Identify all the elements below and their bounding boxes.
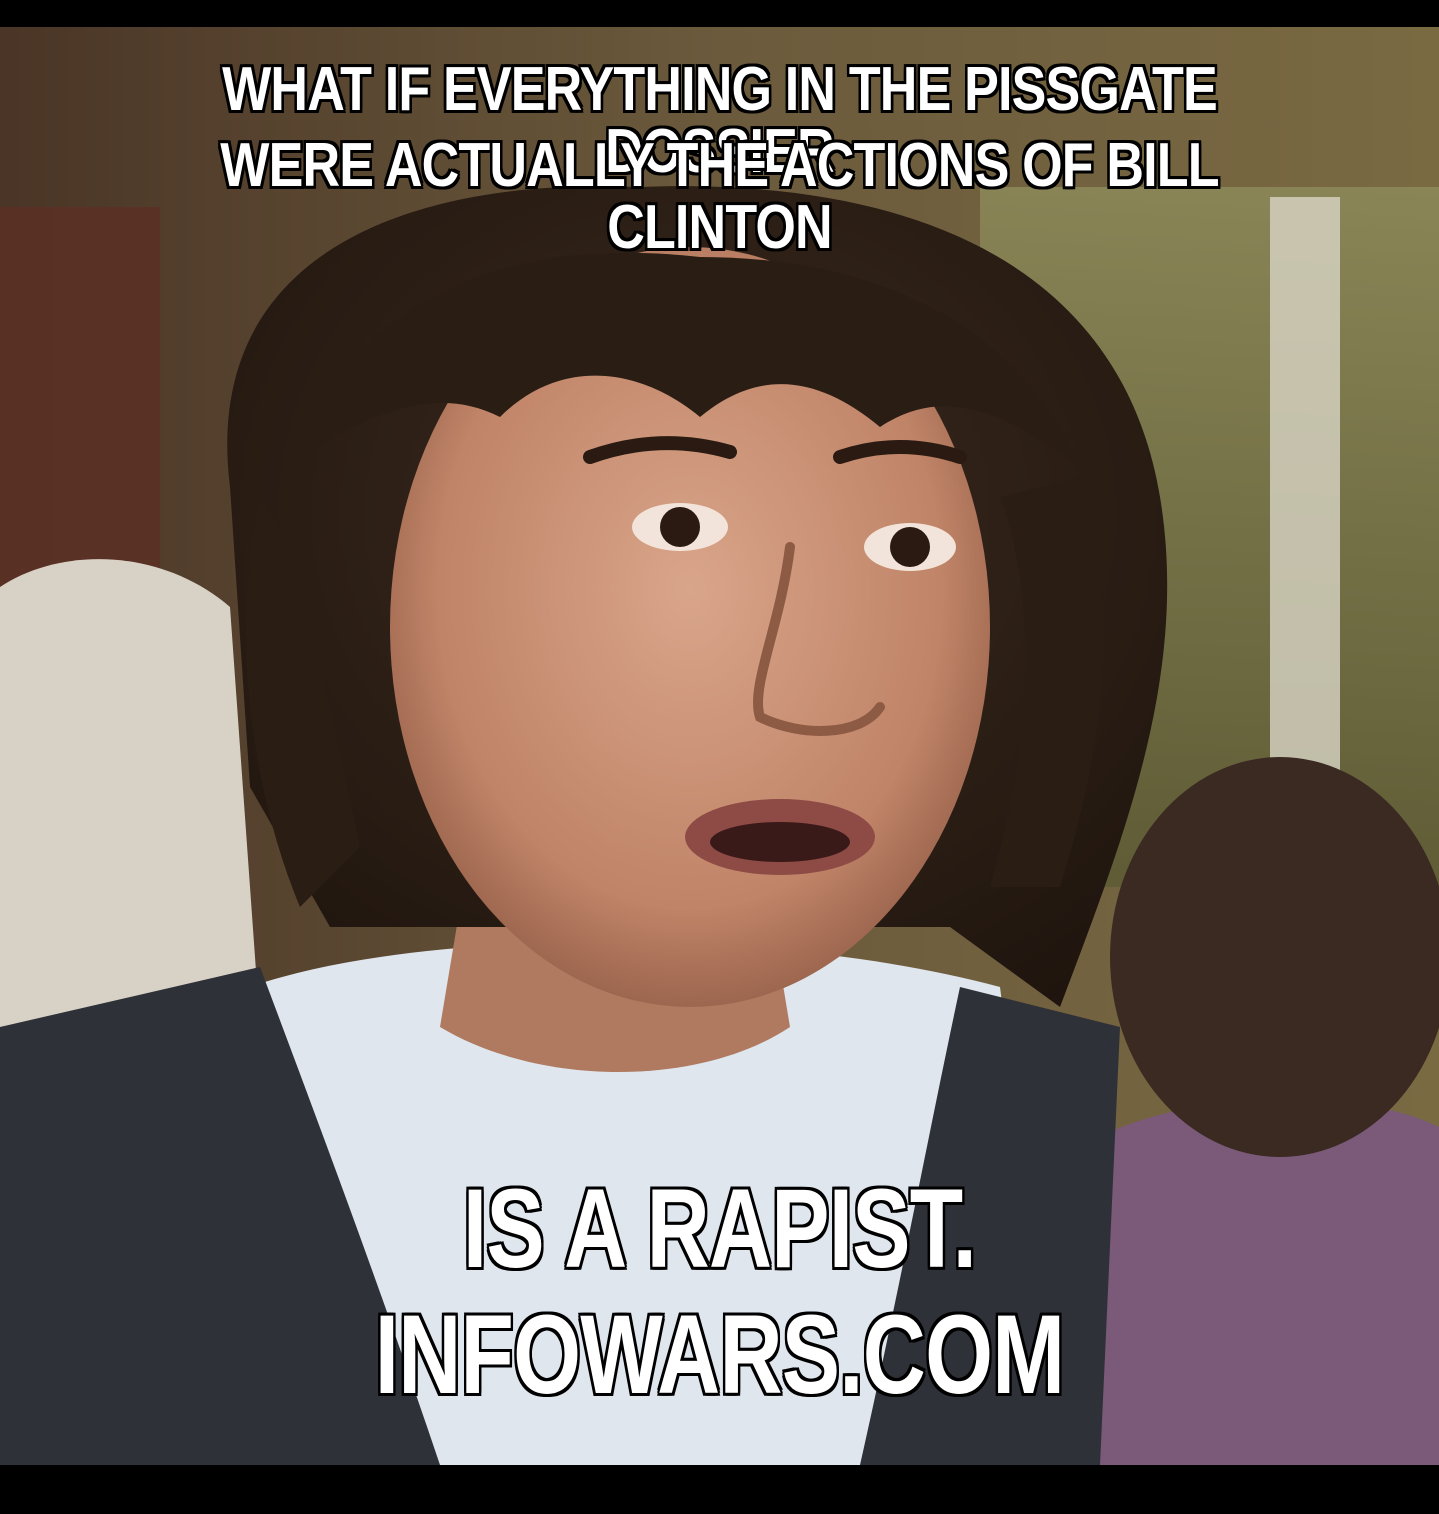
meme-image: WHAT IF EVERYTHING IN THE PISSGATE DOSSI… — [0, 27, 1439, 1465]
bottom-caption-line-2: INFOWARS.COM — [374, 1292, 1067, 1417]
mouth-inner — [710, 822, 850, 862]
pupil-right — [890, 527, 930, 567]
background-person-right-head — [1110, 757, 1439, 1157]
top-caption-line-2: WERE ACTUALLY THE ACTIONS OF BILL CLINTO… — [219, 131, 1221, 262]
background-pillar — [1270, 197, 1340, 797]
pupil-left — [660, 507, 700, 547]
bottom-caption-line-1: IS A RAPIST. — [462, 1166, 978, 1291]
background-person-left — [0, 559, 260, 1037]
